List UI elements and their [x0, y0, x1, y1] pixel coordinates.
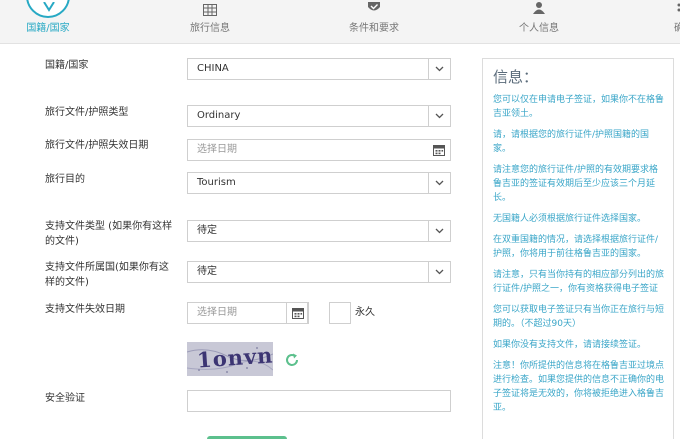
location-pin-icon [43, 2, 55, 12]
user-icon [533, 2, 545, 14]
chevron-down-icon [428, 221, 450, 241]
support-type-label-line2: 的文件) [45, 236, 79, 247]
support-country-label: 支持文件所属国(如果你有这 样的文件) [45, 260, 169, 290]
nationality-label: 国籍/国家 [45, 60, 89, 71]
doc-type-value: Ordinary [197, 110, 241, 121]
purpose-select[interactable]: Tourism [187, 172, 451, 194]
info-paragraph: 在双重国籍的情况，请选择根据旅行证件/护照，你将用于前往格鲁吉亚的国家。 [493, 235, 659, 259]
step-personal-info[interactable]: 个人信息 [484, 0, 594, 34]
info-paragraph: 注意！你所提供的信息将在格鲁吉亚过境点进行检查。如果您提供的信息不正确你的电子签… [493, 361, 665, 413]
info-panel: 信息： 您可以仅在申请电子签证，如果你不在格鲁吉亚领土。 请，请根据您的旅行证件… [482, 58, 674, 439]
step-active-circle [26, 0, 70, 18]
info-paragraph: 您可以获取电子签证只有当你正在旅行与短期的。（不超过90天） [493, 305, 665, 329]
doc-type-label: 旅行文件/护照类型 [45, 107, 129, 118]
info-paragraph: 请，请根据您的旅行证件/护照国籍的国家。 [493, 130, 650, 154]
visa-application-form: 国籍/国家 CHINA 旅行文件/护照类型 Ordinary 旅行文件/护照失效… [0, 44, 470, 439]
security-code-input[interactable] [187, 390, 451, 412]
progress-stepper: 国籍/国家 旅行信息 条件和要求 个人信息 确 [0, 0, 680, 44]
purpose-value: Tourism [197, 177, 236, 188]
nationality-select[interactable]: CHINA [187, 58, 451, 80]
doc-expiry-date-input[interactable]: 选择日期 [187, 139, 451, 161]
support-type-select[interactable]: 待定 [187, 220, 451, 242]
purpose-label: 旅行目的 [45, 174, 85, 185]
support-type-value: 待定 [197, 225, 217, 236]
support-type-label-line1: 支持文件类型 (如果你有这样 [45, 221, 173, 232]
nationality-value: CHINA [197, 63, 229, 74]
step-conditions[interactable]: 条件和要求 [319, 0, 429, 34]
step-label: 旅行信息 [190, 23, 230, 34]
step-label: 国籍/国家 [26, 23, 70, 34]
chevron-down-icon [428, 106, 450, 126]
security-label: 安全验证 [45, 393, 85, 404]
doc-type-select[interactable]: Ordinary [187, 105, 451, 127]
info-paragraph: 您可以仅在申请电子签证，如果你不在格鲁吉亚领土。 [493, 95, 665, 119]
chevron-down-icon [428, 59, 450, 79]
calendar-icon[interactable] [428, 140, 450, 160]
support-country-select[interactable]: 待定 [187, 261, 451, 283]
step-label: 确 [674, 23, 680, 34]
support-expiry-placeholder: 选择日期 [197, 307, 237, 318]
overflow-icon [677, 3, 680, 12]
info-paragraph: 请注意您的旅行证件/护照的有效期要求格鲁吉亚的签证有效期后至少应该三个月延长。 [493, 165, 659, 203]
support-country-value: 待定 [197, 266, 217, 277]
permanent-checkbox[interactable] [329, 302, 351, 324]
shield-check-icon [368, 2, 380, 11]
info-paragraph: 无国籍人必须根据旅行证件选择国家。 [493, 214, 647, 224]
info-title: 信息： [493, 68, 539, 86]
doc-expiry-placeholder: 选择日期 [197, 144, 237, 155]
support-expiry-label: 支持文件失效日期 [45, 304, 125, 315]
doc-expiry-label: 旅行文件/护照失效日期 [45, 140, 149, 151]
step-travel-info[interactable]: 旅行信息 [155, 0, 265, 34]
support-country-label-line2: 样的文件) [45, 277, 89, 288]
calendar-grid-icon [203, 4, 217, 16]
support-country-label-line1: 支持文件所属国(如果你有这 [45, 262, 169, 273]
chevron-down-icon [428, 262, 450, 282]
step-confirm[interactable]: 确 [636, 0, 680, 34]
calendar-icon[interactable] [286, 302, 308, 324]
info-paragraph: 请注意，只有当你持有的相应部分列出的旅行证件/护照之一，你有资格获得电子签证 [493, 270, 665, 294]
info-paragraph: 如果你没有支持文件，请请接续签证。 [493, 340, 647, 350]
permanent-label: 永久 [355, 307, 375, 318]
support-type-label: 支持文件类型 (如果你有这样 的文件) [45, 219, 172, 249]
captcha-text: 1onvn [196, 342, 273, 373]
step-label: 条件和要求 [349, 23, 399, 34]
refresh-icon[interactable] [284, 352, 300, 368]
captcha-image: 1onvn [187, 342, 273, 376]
step-label: 个人信息 [519, 23, 559, 34]
chevron-down-icon [428, 173, 450, 193]
